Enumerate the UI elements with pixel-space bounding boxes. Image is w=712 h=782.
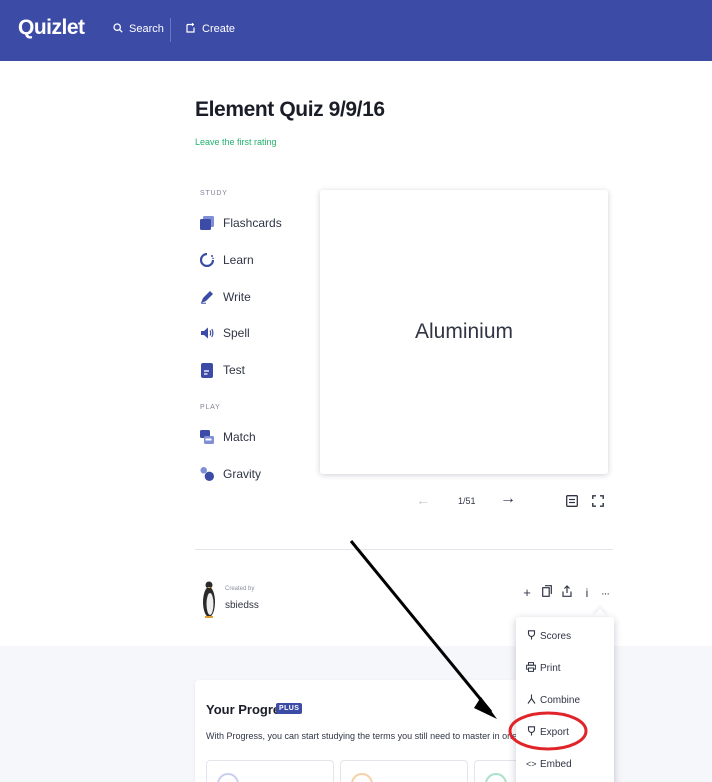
combine-icon bbox=[526, 694, 536, 707]
study-mode-spell[interactable]: Spell bbox=[200, 323, 250, 343]
learn-icon bbox=[200, 252, 214, 268]
more-icon: ··· bbox=[601, 588, 610, 600]
create-icon bbox=[186, 22, 196, 36]
add-to-folder-button[interactable]: + bbox=[520, 585, 534, 600]
top-navigation-bar: Quizlet Search Create bbox=[0, 0, 712, 61]
search-label: Search bbox=[129, 23, 164, 35]
copy-icon bbox=[542, 585, 552, 597]
gravity-icon bbox=[200, 466, 214, 482]
more-button[interactable]: ··· bbox=[598, 585, 612, 600]
study-mode-learn[interactable]: Learn bbox=[200, 250, 254, 270]
spell-icon bbox=[200, 325, 214, 341]
mode-label: Learn bbox=[223, 253, 254, 267]
study-mode-write[interactable]: Write bbox=[200, 287, 251, 307]
quizlet-logo[interactable]: Quizlet bbox=[18, 16, 85, 40]
creator-username[interactable]: sbiedss bbox=[225, 600, 259, 611]
avatar[interactable] bbox=[202, 580, 216, 618]
menu-item-label: Export bbox=[540, 726, 569, 738]
match-icon bbox=[200, 429, 214, 445]
menu-item-label: Print bbox=[540, 662, 561, 674]
progress-ring-icon bbox=[217, 773, 239, 782]
embed-icon: <> bbox=[526, 759, 537, 769]
menu-item-scores[interactable]: Scores bbox=[526, 628, 571, 644]
menu-item-combine[interactable]: Combine bbox=[526, 692, 580, 708]
test-icon bbox=[200, 362, 214, 378]
add-icon: + bbox=[523, 585, 531, 600]
divider bbox=[195, 549, 613, 550]
leave-rating-link[interactable]: Leave the first rating bbox=[195, 137, 277, 147]
mode-label: Spell bbox=[223, 326, 250, 340]
progress-bucket-card[interactable] bbox=[206, 760, 334, 782]
study-mode-test[interactable]: Test bbox=[200, 360, 245, 380]
share-button[interactable] bbox=[560, 585, 574, 600]
mode-label: Test bbox=[223, 363, 246, 377]
create-button[interactable]: Create bbox=[186, 21, 235, 37]
options-button[interactable] bbox=[566, 494, 578, 512]
search-icon bbox=[113, 22, 123, 36]
flashcard-term: Aluminium bbox=[414, 320, 514, 343]
menu-item-label: Scores bbox=[540, 630, 572, 642]
mode-label: Gravity bbox=[223, 467, 262, 481]
fullscreen-icon bbox=[592, 495, 604, 507]
mode-label: Match bbox=[223, 430, 256, 444]
flashcards-icon bbox=[200, 215, 214, 231]
card-counter: 1/51 bbox=[458, 496, 476, 506]
share-icon bbox=[562, 585, 572, 597]
arrow-left-icon: ← bbox=[416, 492, 430, 508]
write-icon bbox=[200, 289, 214, 305]
menu-item-embed[interactable]: <> Embed bbox=[526, 756, 572, 772]
info-button[interactable]: i bbox=[580, 585, 594, 600]
set-title: Element Quiz 9/9/16 bbox=[195, 98, 385, 121]
flashcard[interactable]: Aluminium bbox=[320, 190, 608, 474]
mode-label: Write bbox=[223, 290, 251, 304]
arrow-right-icon: → bbox=[500, 490, 516, 507]
progress-bucket-card[interactable] bbox=[340, 760, 468, 782]
create-label: Create bbox=[202, 23, 236, 35]
created-by-label: Created by bbox=[225, 586, 255, 592]
study-mode-flashcards[interactable]: Flashcards bbox=[200, 213, 282, 233]
menu-item-label: Combine bbox=[540, 694, 581, 706]
copy-button[interactable] bbox=[540, 585, 554, 600]
menu-item-export[interactable]: Export bbox=[526, 724, 569, 740]
mode-label: Flashcards bbox=[223, 216, 282, 230]
search-button[interactable]: Search bbox=[113, 21, 164, 37]
progress-ring-icon bbox=[351, 773, 373, 782]
progress-description: With Progress, you can start studying th… bbox=[206, 731, 540, 741]
print-icon bbox=[526, 661, 536, 675]
previous-card-button[interactable]: ← bbox=[416, 492, 430, 508]
trophy-icon bbox=[526, 629, 536, 643]
fullscreen-button[interactable] bbox=[592, 494, 604, 512]
info-icon: i bbox=[585, 586, 589, 600]
play-section-label: PLAY bbox=[200, 404, 221, 411]
notes-icon bbox=[566, 495, 578, 507]
plus-badge: PLUS bbox=[276, 703, 303, 714]
play-mode-gravity[interactable]: Gravity bbox=[200, 464, 261, 484]
nav-divider bbox=[170, 18, 171, 42]
export-icon bbox=[526, 725, 536, 739]
study-section-label: STUDY bbox=[200, 190, 228, 197]
next-card-button[interactable]: → bbox=[500, 490, 516, 508]
menu-item-label: Embed bbox=[540, 758, 572, 770]
progress-ring-icon bbox=[485, 773, 507, 782]
play-mode-match[interactable]: Match bbox=[200, 427, 256, 447]
menu-item-print[interactable]: Print bbox=[526, 660, 561, 676]
